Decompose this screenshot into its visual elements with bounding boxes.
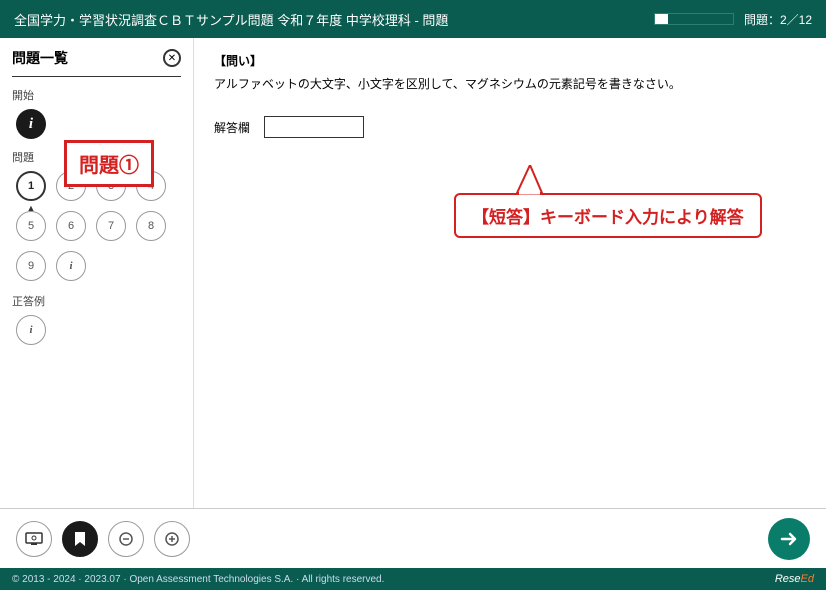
zoom-out-icon[interactable] [108, 521, 144, 557]
callout-text: 【短答】キーボード入力により解答 [454, 193, 762, 238]
next-button[interactable] [768, 518, 810, 560]
progress-bar [654, 13, 734, 25]
annotation-question-1: 問題① [64, 140, 154, 187]
question-nav-5[interactable]: 5 [16, 211, 46, 241]
start-info-button[interactable]: i [16, 109, 46, 139]
bookmark-icon[interactable] [62, 521, 98, 557]
question-grid: 1 2 3 4 5 6 7 8 9 i [16, 171, 181, 281]
question-nav-8[interactable]: 8 [136, 211, 166, 241]
question-nav-1[interactable]: 1 [16, 171, 46, 201]
answer-label: 解答欄 [214, 119, 250, 136]
sidebar: 問題一覧 ✕ 開始 i 問題 1 2 3 4 5 6 7 8 9 i 正答例 i… [0, 38, 194, 508]
answers-info-button[interactable]: i [16, 315, 46, 345]
question-nav-7[interactable]: 7 [96, 211, 126, 241]
question-nav-6[interactable]: 6 [56, 211, 86, 241]
zoom-in-icon[interactable] [154, 521, 190, 557]
copyright-text: © 2013 - 2024 · 2023.07 · Open Assessmen… [12, 574, 384, 585]
question-text: アルファベットの大文字、小文字を区別して、マグネシウムの元素記号を書きなさい。 [214, 75, 806, 92]
close-icon[interactable]: ✕ [163, 49, 181, 67]
sidebar-title: 問題一覧 [12, 48, 68, 68]
section-start-label: 開始 [12, 87, 181, 103]
app-header: 全国学力・学習状況調査ＣＢＴサンプル問題 令和７年度 中学校理科 - 問題 問題… [0, 0, 826, 38]
page-title: 全国学力・学習状況調査ＣＢＴサンプル問題 令和７年度 中学校理科 - 問題 [14, 10, 654, 29]
section-answers-label: 正答例 [12, 293, 181, 309]
review-icon[interactable] [16, 521, 52, 557]
callout-tail-icon [512, 165, 552, 195]
question-nav-info[interactable]: i [56, 251, 86, 281]
footer: © 2013 - 2024 · 2023.07 · Open Assessmen… [0, 568, 826, 590]
callout-annotation: 【短答】キーボード入力により解答 [454, 193, 762, 238]
question-nav-9[interactable]: 9 [16, 251, 46, 281]
arrow-right-icon [778, 528, 800, 550]
answer-input[interactable] [264, 116, 364, 138]
question-heading: 【問い】 [214, 52, 806, 69]
brand-logo: ReseEd [775, 573, 814, 585]
question-content: 【問い】 アルファベットの大文字、小文字を区別して、マグネシウムの元素記号を書き… [194, 38, 826, 508]
progress-label: 問題：2／12 [744, 11, 812, 28]
bottom-toolbar [0, 508, 826, 568]
